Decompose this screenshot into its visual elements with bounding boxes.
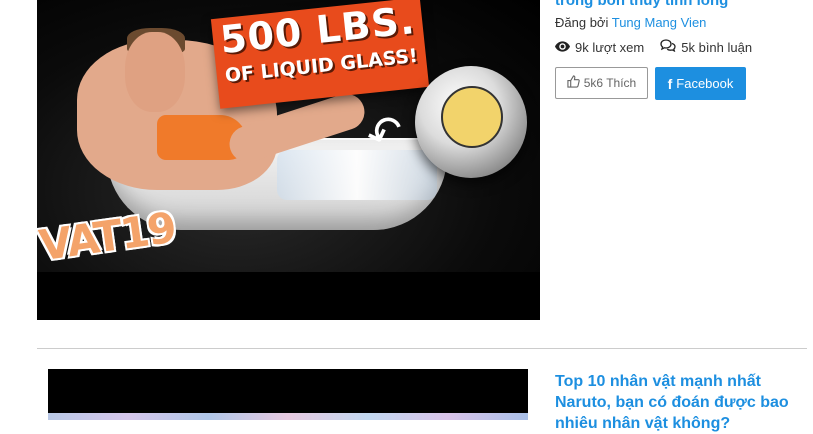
views-stat: 9k lượt xem bbox=[555, 40, 644, 55]
post-1-stats: 9k lượt xem 5k bình luận bbox=[555, 39, 768, 55]
views-count: 9k lượt xem bbox=[575, 39, 645, 55]
facebook-share-button[interactable]: f Facebook bbox=[655, 67, 746, 100]
post-divider bbox=[37, 348, 807, 349]
like-button[interactable]: 5k6 Thích bbox=[555, 67, 648, 99]
eye-icon bbox=[555, 40, 570, 55]
comments-stat: 5k bình luận bbox=[660, 39, 752, 55]
facebook-label: Facebook bbox=[676, 76, 734, 91]
post-2-title[interactable]: Top 10 nhân vật mạnh nhất Naruto, bạn có… bbox=[555, 371, 805, 434]
person-head bbox=[125, 32, 185, 112]
post-1-title[interactable]: trong bồn thủy tinh lỏng bbox=[555, 0, 805, 11]
post-2-thumbnail[interactable] bbox=[48, 369, 528, 420]
author-prefix: Đăng bởi bbox=[555, 15, 609, 30]
thumbnail-banner: 500 LBS. OF LIQUID GLASS! bbox=[210, 0, 430, 109]
comments-count: 5k bình luận bbox=[681, 39, 753, 55]
thumbnail-image-strip bbox=[48, 413, 528, 420]
comments-icon bbox=[660, 39, 676, 55]
post-1-author-line: Đăng bởi Tung Mang Vien bbox=[555, 15, 706, 30]
author-link[interactable]: Tung Mang Vien bbox=[612, 15, 707, 30]
post-1-thumbnail[interactable]: 500 LBS. OF LIQUID GLASS! ↶ VAT19 bbox=[37, 0, 540, 320]
vat19-logo: VAT19 bbox=[37, 202, 178, 271]
putty-tin bbox=[415, 66, 527, 178]
like-label: 5k6 Thích bbox=[583, 76, 637, 90]
thumbnail-scene: 500 LBS. OF LIQUID GLASS! ↶ VAT19 bbox=[37, 0, 540, 272]
liquid-glass bbox=[277, 150, 437, 200]
tin-face-graphic bbox=[441, 86, 503, 148]
thumbs-up-icon bbox=[567, 75, 580, 91]
facebook-icon: f bbox=[667, 75, 673, 92]
